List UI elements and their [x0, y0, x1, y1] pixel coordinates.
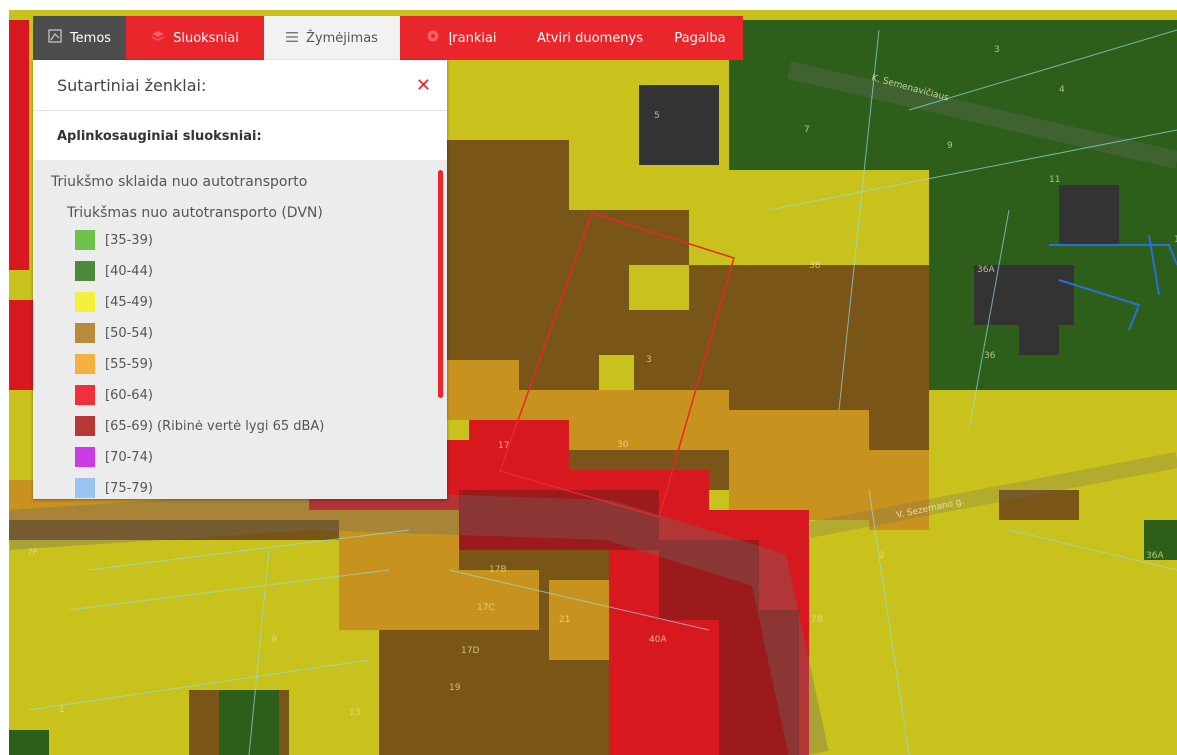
tab-label: Sluoksniai [173, 30, 239, 46]
building-number-label: 9 [271, 635, 277, 645]
noise-cell [9, 730, 49, 755]
noise-cell [629, 265, 689, 310]
legend-item-label: [55-59) [105, 356, 153, 372]
tab-label: Temos [69, 30, 112, 46]
legend-swatch [75, 354, 95, 374]
tab-open-data[interactable]: Atviri duomenys [523, 16, 657, 60]
legend-item: [75-79) [75, 478, 153, 498]
legend-swatch [75, 478, 95, 498]
building-number-label: 7F [27, 548, 38, 558]
legend-swatch [75, 261, 95, 281]
legend-swatch [75, 416, 95, 436]
noise-cell [219, 690, 279, 755]
tab-help[interactable]: Pagalba [657, 16, 743, 60]
legend-item: [55-59) [75, 354, 153, 374]
building-number-label: 17D [461, 646, 479, 656]
legend-item: [65-69) (Ribinė vertė lygi 65 dBA) [75, 416, 324, 436]
legend-section-title: Aplinkosauginiai sluoksniai: [57, 128, 262, 144]
tab-label: Žymėjimas [306, 30, 378, 46]
building-number-label: 3 [646, 355, 652, 365]
legend-body[interactable]: Triukšmo sklaida nuo autotransporto Triu… [33, 160, 447, 499]
legend-item-label: [75-79) [105, 480, 153, 496]
tab-tools[interactable]: Įrankiai [400, 16, 523, 60]
building-number-label: 9 [947, 141, 953, 151]
building-number-label: 36 [984, 351, 996, 361]
building-number-label: 40A [649, 635, 667, 645]
legend-item-label: [40-44) [105, 263, 153, 279]
legend-item-label: [50-54) [105, 325, 153, 341]
noise-cell [439, 360, 519, 420]
legend-swatch [75, 230, 95, 250]
map-icon [48, 29, 62, 47]
tab-themes[interactable]: Temos [33, 16, 126, 60]
hamburger-icon [286, 31, 299, 46]
legend-item: [45-49) [75, 292, 153, 312]
legend-item: [70-74) [75, 447, 153, 467]
legend-scrollbar[interactable] [438, 170, 443, 398]
legend-item-label: [70-74) [105, 449, 153, 465]
legend-item-label: [65-69) (Ribinė vertė lygi 65 dBA) [105, 418, 325, 434]
legend-swatch [75, 323, 95, 343]
building-number-label: 38 [809, 261, 821, 271]
building-number-label: 36A [977, 265, 995, 275]
tools-icon [426, 29, 440, 47]
close-icon[interactable]: ✕ [416, 75, 431, 96]
tab-label: Įrankiai [448, 30, 497, 46]
building-number-label: 4 [1059, 85, 1065, 95]
legend-item-label: [35-39) [105, 232, 153, 248]
building-number-label: 17B [489, 565, 507, 575]
noise-cell [459, 570, 539, 630]
building-number-label: 36A [1146, 551, 1164, 561]
legend-swatch [75, 447, 95, 467]
building-number-label: 17 [498, 441, 509, 451]
building-number-label: 7 [804, 125, 810, 135]
legend-title: Sutartiniai ženklai: [57, 75, 207, 95]
legend-panel: Sutartiniai ženklai: ✕ Aplinkosauginiai … [33, 60, 447, 499]
building-number-label: 30 [617, 440, 629, 450]
legend-item-label: [60-64) [105, 387, 153, 403]
tab-label: Atviri duomenys [537, 30, 643, 46]
building-number-label: 17C [477, 603, 495, 613]
building-number-label: 11 [1049, 175, 1060, 185]
noise-cell [729, 410, 869, 520]
legend-item: [40-44) [75, 261, 153, 281]
noise-cell [1019, 300, 1059, 355]
tab-legend[interactable]: Žymėjimas [264, 16, 400, 60]
building-number-label: 2 [879, 551, 885, 561]
noise-cell [1059, 185, 1119, 245]
noise-cell [9, 20, 29, 270]
tab-layers[interactable]: Sluoksniai [126, 16, 264, 60]
main-toolbar: Temos Sluoksniai Žymėjimas Įrankiai Atvi… [33, 16, 743, 60]
tab-label: Pagalba [674, 30, 726, 46]
building-number-label: 13 [349, 708, 360, 718]
building-number-label: 1 [59, 705, 65, 715]
building-number-label: 21 [559, 615, 570, 625]
legend-item-label: [45-49) [105, 294, 153, 310]
legend-group-title: Triukšmo sklaida nuo autotransporto [51, 174, 308, 190]
legend-layer-title: Triukšmas nuo autotransporto (DVN) [67, 205, 323, 221]
legend-item: [50-54) [75, 323, 153, 343]
legend-header: Sutartiniai ženklai: ✕ [33, 60, 447, 111]
layers-icon [151, 29, 165, 47]
noise-cell [599, 355, 634, 390]
building-number-label: 7B [811, 615, 823, 625]
legend-item: [60-64) [75, 385, 153, 405]
legend-swatch [75, 385, 95, 405]
legend-swatch [75, 292, 95, 312]
building-number-label: 19 [449, 683, 461, 693]
legend-item: [35-39) [75, 230, 153, 250]
building-number-label: 5 [654, 111, 660, 121]
noise-cell [639, 85, 719, 165]
building-number-label: 3 [994, 45, 1000, 55]
